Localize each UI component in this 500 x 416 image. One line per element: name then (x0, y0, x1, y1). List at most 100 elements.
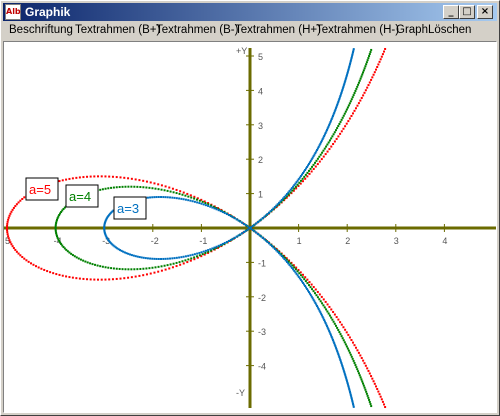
curve-point (354, 364, 357, 367)
curve-point (184, 194, 187, 197)
curve-point (19, 254, 22, 257)
title-bar[interactable]: Alb Graphik _ □ × (3, 3, 497, 21)
menu-graph-loeschen[interactable]: GraphLöschen (396, 24, 471, 36)
curve-point (344, 343, 347, 346)
minimize-button[interactable]: _ (443, 5, 459, 19)
curve-point (193, 195, 196, 198)
curve-point (119, 176, 122, 179)
curve-point (383, 50, 386, 53)
curve-point (347, 333, 350, 336)
curve-point (310, 283, 313, 286)
curve-point (182, 198, 185, 201)
curve-point (111, 278, 114, 281)
curve-point (191, 200, 194, 203)
curve-point (371, 377, 374, 380)
menu-textrahmen-b-minus[interactable]: Textrahmen (B-) (156, 24, 238, 36)
curve-point (200, 251, 203, 254)
curve-point (312, 290, 315, 293)
curve-point (78, 277, 81, 280)
curve-point (229, 238, 232, 241)
curve-point (129, 253, 132, 256)
curve-point (139, 267, 142, 270)
curve-point (23, 257, 26, 260)
graph-canvas[interactable]: 5 -4 -3 -2 -1 1 2 3 4 1 2 3 4 5 -1 -2 -3 -4 +Y -Y a=5 a=4 a=3 (3, 41, 497, 413)
curve-point (304, 276, 307, 279)
curve-point (8, 214, 11, 217)
curve-point (326, 150, 329, 153)
menu-beschriftung[interactable]: Beschriftung (9, 24, 73, 36)
curve-point (365, 61, 368, 64)
curve-point (357, 351, 360, 354)
curve-point (339, 321, 342, 324)
curve-point (65, 275, 68, 278)
curve-point (344, 110, 347, 113)
x-tick-label: 1 (297, 236, 302, 246)
curve-point (157, 188, 160, 191)
curve-point (351, 96, 354, 99)
curve-point (138, 256, 141, 259)
close-button[interactable]: × (477, 5, 493, 19)
curve-point (362, 384, 365, 387)
curve-point (351, 112, 354, 115)
curve-point (325, 145, 328, 148)
curve-point (328, 314, 331, 317)
curve-point (191, 253, 194, 256)
curve-point (112, 267, 115, 270)
curve-point (151, 257, 154, 260)
curve-point (353, 344, 356, 347)
curve-point (127, 252, 130, 255)
curve-point (310, 170, 313, 173)
curve-point (244, 224, 247, 227)
menu-textrahmen-h-plus[interactable]: Textrahmen (H+) (235, 24, 321, 36)
curve-point (322, 149, 325, 152)
curve-point (127, 268, 130, 271)
curve-point (149, 196, 152, 199)
curve-point (32, 263, 35, 266)
curve-point (293, 187, 296, 190)
curve-point (155, 257, 158, 260)
curve-point (209, 248, 212, 251)
curve-point (139, 186, 142, 189)
curve-point (104, 278, 107, 281)
window-title: Graphik (25, 5, 71, 19)
curve-point (153, 196, 156, 199)
y-tick-label: -1 (258, 258, 266, 268)
curve-point (320, 295, 323, 298)
curve-point (356, 104, 359, 107)
curve-point (296, 183, 299, 186)
curve-point (368, 55, 371, 58)
curve-point (184, 198, 187, 201)
curve-point (233, 217, 236, 220)
curve-point (346, 106, 349, 109)
curve-point (363, 67, 366, 70)
menu-textrahmen-h-minus[interactable]: Textrahmen (H-) (316, 24, 399, 36)
curve-point (332, 143, 335, 146)
series-label: a=3 (117, 201, 139, 216)
curve-point (149, 181, 152, 184)
curve-point (366, 59, 369, 62)
curve-point (384, 406, 387, 409)
curve-point (134, 275, 137, 278)
curve-point (207, 249, 210, 252)
menu-textrahmen-b-plus[interactable]: Textrahmen (B+) (75, 24, 160, 36)
curve-point (373, 382, 376, 385)
curve-point (246, 225, 249, 228)
y-tick-label: -2 (258, 293, 266, 303)
curve-point (70, 252, 73, 255)
curve-point (295, 266, 298, 269)
curve-point (178, 192, 181, 195)
curve-point (100, 175, 103, 178)
curve-point (306, 171, 309, 174)
maximize-button[interactable]: □ (459, 5, 475, 19)
curve-point (107, 266, 110, 269)
curve-point (336, 326, 339, 329)
curve-point (311, 165, 314, 168)
curve-point (9, 212, 12, 215)
curve-point (182, 262, 185, 265)
curve-point (104, 266, 107, 269)
curve-point (365, 392, 368, 395)
curve-point (341, 116, 344, 119)
curve-point (350, 114, 353, 117)
curve-point (7, 218, 10, 221)
curve-point (79, 258, 82, 261)
